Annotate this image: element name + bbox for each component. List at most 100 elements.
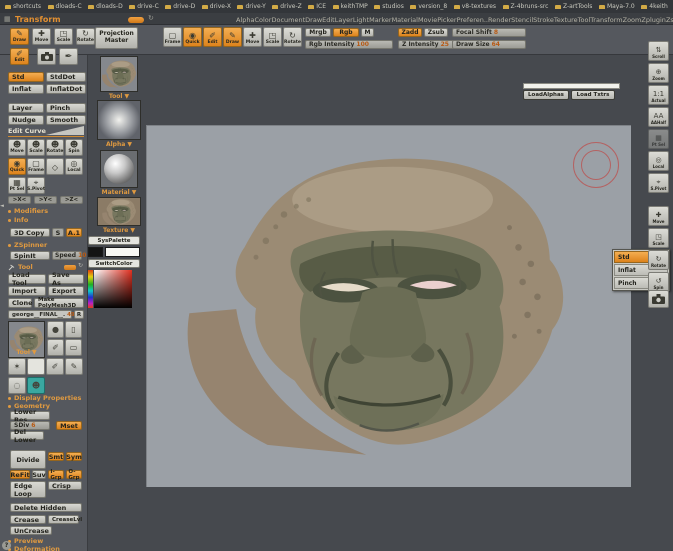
view-icon-button[interactable]: ▢ Frame xyxy=(27,158,45,175)
import-button[interactable]: Import xyxy=(8,286,46,296)
secondary-color-swatch[interactable] xyxy=(105,247,140,257)
preview-header[interactable]: Preview xyxy=(8,537,43,545)
tool-slot[interactable]: ● xyxy=(47,321,64,338)
axis-button[interactable]: >X< xyxy=(8,196,31,204)
tool-slot[interactable]: ✶ xyxy=(8,358,26,375)
material-thumb[interactable] xyxy=(100,150,138,188)
ogrp-button[interactable]: O-Grp xyxy=(66,470,82,479)
menu-item[interactable]: Zplugin xyxy=(641,16,666,24)
axis-button[interactable]: >Z< xyxy=(60,196,83,204)
document-canvas[interactable] xyxy=(146,125,631,487)
shortcut-item[interactable]: drive-X xyxy=(202,3,231,10)
sculpt-head[interactable] xyxy=(177,126,572,484)
focal-shift-slider[interactable]: Focal Shift 8 xyxy=(452,28,526,37)
menu-item[interactable]: Tool xyxy=(578,16,591,24)
tool-section-label[interactable]: Tool ▼ xyxy=(100,93,138,100)
snapshot-camera-button[interactable] xyxy=(648,290,669,308)
lower-res-button[interactable]: Lower Res xyxy=(10,411,50,420)
right-strip-button[interactable]: ◎ Local xyxy=(648,151,669,171)
effect-button[interactable]: Smooth xyxy=(46,115,86,125)
transform-icon-button[interactable]: ☻ Move xyxy=(8,139,26,156)
right-strip-button[interactable]: ↺ Spin xyxy=(648,272,669,292)
current-tool-thumbnail[interactable]: Tool ▼ xyxy=(8,321,45,358)
tool-slot[interactable] xyxy=(27,358,45,375)
material-section-label[interactable]: Material ▼ xyxy=(100,189,138,196)
right-strip-button[interactable]: 1:1 Actual xyxy=(648,85,669,105)
transform-mode-button[interactable]: ✚ Move xyxy=(243,27,262,47)
menu-item[interactable]: Material xyxy=(392,16,418,24)
tool-slot[interactable]: ◌ xyxy=(8,377,26,394)
draw-mode-button[interactable]: ✎ Draw xyxy=(10,28,29,45)
draw-size-slider[interactable]: Draw Size 64 xyxy=(452,40,526,49)
copy-a1-button[interactable]: A.1 xyxy=(66,228,82,237)
effect-button[interactable]: Layer xyxy=(8,103,44,113)
menu-item[interactable]: Stencil xyxy=(511,16,533,24)
loader-title-bar[interactable] xyxy=(523,83,620,89)
menu-item[interactable]: Transform xyxy=(590,16,622,24)
menu-item[interactable]: Zoom xyxy=(623,16,642,24)
zadd-button[interactable]: Zadd xyxy=(398,28,422,37)
projection-master-button[interactable]: Projection Master xyxy=(95,27,138,49)
draw-mode-button[interactable]: ↻ Rotate xyxy=(76,28,95,45)
select-icon-button[interactable]: ⌖ S.Pivot xyxy=(27,177,45,194)
make-polymesh-button[interactable]: Make PolyMesh3D xyxy=(34,298,84,308)
tool-slot[interactable]: ✎ xyxy=(65,358,83,375)
right-strip-button[interactable]: ⌖ S.Pivot xyxy=(648,173,669,193)
view-icon-button[interactable]: ◉ Quick xyxy=(8,158,26,175)
modifiers-header[interactable]: Modifiers xyxy=(8,207,48,215)
crease-button[interactable]: Crease xyxy=(10,515,46,524)
effect-button[interactable]: Nudge xyxy=(8,115,44,125)
crisp-button[interactable]: Crisp xyxy=(48,481,82,490)
alpha-thumb[interactable] xyxy=(97,100,141,140)
brush-button[interactable]: InflatDot xyxy=(46,84,86,94)
menu-item[interactable]: Movie xyxy=(418,16,437,24)
shortcut-item[interactable]: Z-artTools xyxy=(555,3,592,10)
edit-button[interactable]: ✐ Edit xyxy=(10,48,29,65)
load-alphas-button[interactable]: LoadAlphas xyxy=(523,90,569,100)
info-header[interactable]: Info xyxy=(8,216,28,224)
zsub-button[interactable]: Zsub xyxy=(424,28,448,37)
divide-button[interactable]: Divide xyxy=(10,450,46,469)
edit-curve-label[interactable]: Edit Curve xyxy=(8,127,46,135)
shortcut-item[interactable]: studios xyxy=(374,3,404,10)
load-tool-button[interactable]: Load Tool xyxy=(8,274,46,284)
switch-color-button[interactable]: SwitchColor xyxy=(88,259,140,268)
load-txtrs-button[interactable]: Load Txtrs xyxy=(571,90,615,100)
brush-button[interactable]: Std xyxy=(8,72,44,82)
tool-refresh-icon[interactable]: ↻ xyxy=(78,262,83,269)
rgb-intensity-slider[interactable]: Rgb Intensity 100 xyxy=(305,40,393,49)
menu-item[interactable]: Stroke xyxy=(533,16,554,24)
texture-thumb[interactable] xyxy=(97,197,141,226)
shortcut-item[interactable]: Maya-7.0 xyxy=(599,3,635,10)
deformation-header[interactable]: Deformation xyxy=(8,545,60,551)
shortcut-item[interactable]: drive-C xyxy=(129,3,159,10)
display-properties-header[interactable]: Display Properties xyxy=(8,394,81,402)
z-intensity-slider[interactable]: Z Intensity 25 xyxy=(398,40,454,49)
shortcut-item[interactable]: version_8 xyxy=(410,3,447,10)
menu-item[interactable]: Preferen.. xyxy=(457,16,488,24)
shortcut-item[interactable]: dloads-C xyxy=(48,3,82,10)
shortcut-item[interactable]: drive-Z xyxy=(272,3,301,10)
tool-slot[interactable]: ▯ xyxy=(65,321,82,338)
transform-mode-button[interactable]: ↻ Rotate xyxy=(283,27,302,47)
menu-item[interactable]: Document xyxy=(271,16,305,24)
transform-icon-button[interactable]: ☻ Spin xyxy=(65,139,83,156)
tool-slot[interactable]: ▭ xyxy=(65,339,82,356)
transform-icon-button[interactable]: ☻ Rotate xyxy=(46,139,64,156)
copy-s-field[interactable]: S xyxy=(52,228,64,237)
menu-item[interactable]: Marker xyxy=(369,16,391,24)
right-strip-button[interactable]: AA AAHalf xyxy=(648,107,669,127)
shortcut-item[interactable]: v8-textures xyxy=(454,3,496,10)
igrp-button[interactable]: I-Grp xyxy=(48,470,64,479)
spinit-button[interactable]: SpinIt xyxy=(10,251,50,260)
transform-mode-button[interactable]: ▢ Frame xyxy=(163,27,182,47)
draw-mode-button[interactable]: ◳ Scale xyxy=(54,28,73,45)
transform-mode-button[interactable]: ◉ Quick xyxy=(183,27,202,47)
refit-button[interactable]: ReFit xyxy=(10,470,30,479)
alpha-section-label[interactable]: Alpha ▼ xyxy=(97,141,141,148)
shortcut-item[interactable]: keithTMP xyxy=(333,3,368,10)
menu-item[interactable]: Render xyxy=(488,16,511,24)
view-icon-button[interactable]: ◎ Local xyxy=(65,158,83,175)
export-button[interactable]: Export xyxy=(48,286,84,296)
delete-hidden-button[interactable]: Delete Hidden xyxy=(10,503,82,512)
